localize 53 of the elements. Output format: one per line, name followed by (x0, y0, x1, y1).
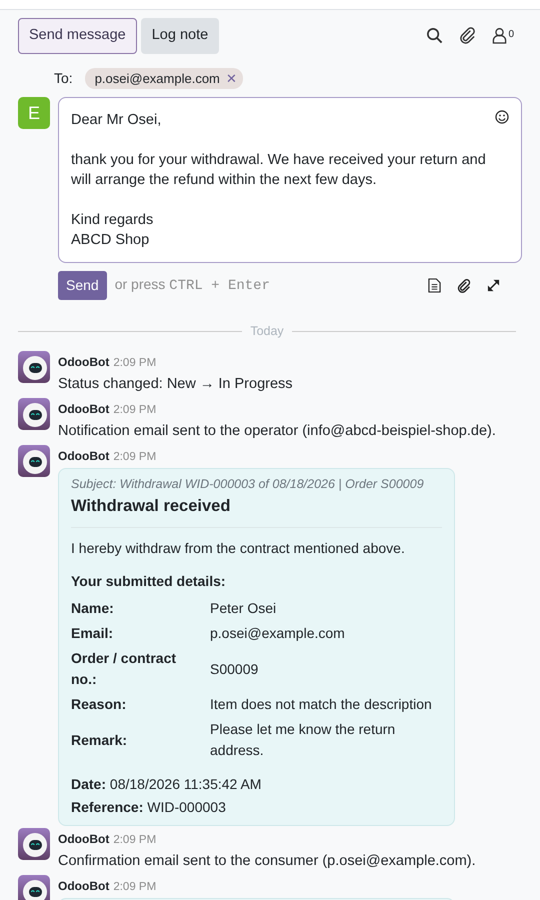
to-label: To: (54, 69, 73, 88)
detail-label: Reason: (71, 695, 128, 714)
message-time: 2:09 PM (113, 404, 156, 416)
email-subject: Subject: Withdrawal WID-000003 of 08/18/2026 | Order S00009 (71, 476, 425, 493)
search-icon[interactable] (426, 27, 444, 44)
detail-value: Item does not match the description (210, 695, 433, 714)
author-name: OdooBot (58, 878, 110, 893)
footer-line: Reference: WID-000003 (71, 798, 227, 817)
message-text: Confirmation email sent to the consumer (p.osei@example.com). (58, 852, 477, 871)
detail-value: p.osei@example.com (210, 624, 346, 643)
email-text: I hereby withdraw from the contract mentioned above. (71, 539, 406, 558)
email-title: Withdrawal received (71, 496, 232, 518)
message-time: 2:09 PM (113, 450, 156, 462)
author-name: OdooBot (58, 448, 110, 462)
bot-avatar (18, 351, 50, 383)
detail-label: Name: (71, 599, 115, 618)
author-name: OdooBot (58, 832, 110, 846)
date-separator: Today (250, 323, 284, 340)
document-icon[interactable] (428, 278, 441, 294)
footer-line: Date: 08/18/2026 11:35:42 AM (71, 775, 262, 794)
message-time: 2:09 PM (113, 880, 156, 893)
paperclip-icon[interactable] (457, 278, 471, 293)
bot-avatar (18, 828, 50, 860)
recipient-email: p.osei@example.com (94, 70, 220, 88)
followers-button[interactable]: 0 (492, 27, 514, 44)
composer-tab[interactable]: Send message (18, 18, 137, 54)
remove-button[interactable]: ✕ (226, 68, 237, 88)
bot-avatar (18, 398, 50, 430)
message-text: Status changed: New → In Progress (58, 375, 294, 394)
author-name: OdooBot (58, 402, 110, 416)
message-time: 2:09 PM (113, 834, 156, 846)
paperclip-icon[interactable] (459, 27, 476, 44)
details-heading: Your submitted details: (71, 572, 227, 591)
person-icon (492, 27, 508, 44)
expand-icon[interactable] (487, 279, 500, 292)
bot-avatar (18, 874, 50, 900)
composer-tab[interactable]: Log note (140, 18, 220, 54)
detail-value: Peter Osei (210, 599, 278, 618)
message-field[interactable]: Dear Mr Osei, thank you for your withdrawal. We have received your return and will arrange the refund within the next few days. Kind regards ABCD Shop (58, 97, 522, 264)
emoji-icon[interactable] (495, 110, 509, 124)
detail-value: Please let me know the return address. (210, 720, 396, 760)
send-button[interactable]: Send (58, 271, 107, 300)
detail-value: S00009 (210, 660, 260, 678)
author-name: OdooBot (58, 355, 110, 369)
bot-avatar (18, 444, 50, 476)
message-text: Notification email sent to the operator (info@abcd-beispiel-shop.de). (58, 422, 497, 441)
detail-label: Order / contract no.: (71, 649, 178, 689)
user-avatar: E (18, 97, 50, 130)
hint-text: or press CTRL + Enter (114, 275, 270, 296)
message-time: 2:09 PM (113, 357, 156, 369)
follower-count: 0 (508, 28, 514, 42)
detail-label: Remark: (71, 730, 128, 750)
detail-label: Email: (71, 624, 114, 643)
